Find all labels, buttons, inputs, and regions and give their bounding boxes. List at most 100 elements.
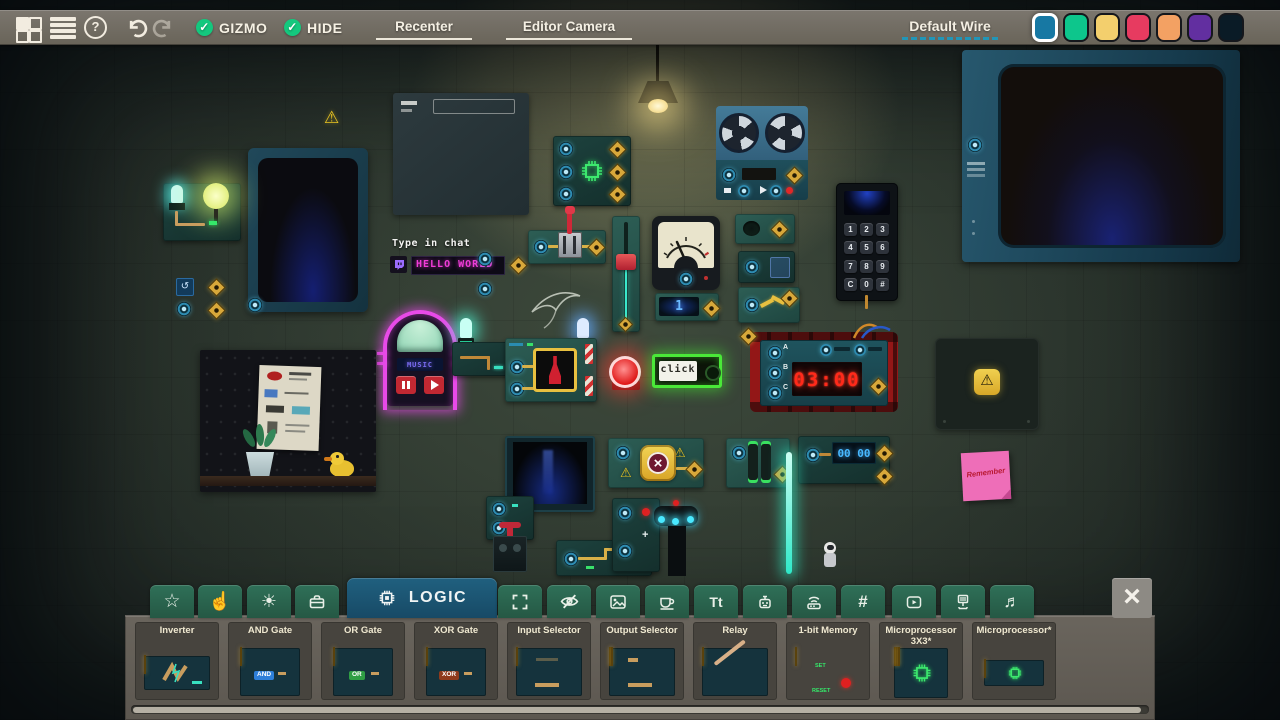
tab-light[interactable]: ☀ (247, 585, 291, 618)
shelf-item-microprocessor-3x3[interactable]: Microprocessor 3X3* (879, 622, 963, 700)
tab-antenna[interactable] (792, 585, 836, 618)
item-name: Microprocessor* (976, 625, 1052, 636)
wire-swatch-6[interactable] (1218, 13, 1244, 42)
keypad-key[interactable]: 8 (860, 259, 873, 273)
analog-meter[interactable] (652, 216, 720, 290)
keypad-key[interactable]: 0 (860, 277, 873, 291)
tab-hash[interactable]: # (841, 585, 885, 618)
red-push-button[interactable] (608, 355, 644, 391)
list-view-button[interactable] (50, 17, 76, 39)
shelf-item-xor-gate[interactable]: XOR Gate XOR (414, 622, 498, 700)
keypad-key[interactable]: 7 (844, 259, 857, 273)
tab-robot[interactable] (743, 585, 787, 618)
jukebox[interactable]: MUSIC (377, 310, 463, 410)
help-button[interactable]: ? (84, 16, 107, 39)
shelf-item-and-gate[interactable]: AND Gate AND (228, 622, 312, 700)
recenter-button[interactable]: Recenter (376, 17, 472, 40)
eye-off-icon (560, 594, 578, 609)
undo-button[interactable] (124, 17, 148, 39)
shelf-item-output-selector[interactable]: Output Selector (600, 622, 684, 700)
shelf-scrollbar[interactable] (131, 705, 1149, 714)
shelf-item-relay[interactable]: Relay (693, 622, 777, 700)
detonator-gadget[interactable] (486, 496, 534, 574)
port-node-cluster[interactable] (478, 252, 498, 302)
tab-network[interactable] (941, 585, 985, 618)
port-node-cluster[interactable]: ↺ (176, 278, 228, 320)
pegboard[interactable] (200, 350, 376, 492)
hole-board[interactable] (735, 214, 795, 244)
hide-toggle[interactable]: ✓ HIDE (284, 19, 342, 36)
microprocessor-gadget[interactable] (553, 136, 631, 206)
wire-swatch-5[interactable] (1187, 13, 1213, 42)
slider-handle[interactable] (616, 254, 636, 270)
lever-handle[interactable] (567, 212, 572, 234)
wire-swatch-4[interactable] (1156, 13, 1182, 42)
hover-drone[interactable] (654, 500, 698, 576)
port-node[interactable] (248, 298, 262, 312)
default-wire-label: Default Wire (909, 18, 991, 34)
tab-interact[interactable]: ☝ (198, 585, 242, 618)
tab-favorites[interactable]: ☆ (150, 585, 194, 618)
shelf-item-1bit-memory[interactable]: 1-bit Memory SET RESET (786, 622, 870, 700)
gizmo-toggle[interactable]: ✓ GIZMO (196, 19, 267, 36)
counter-display-board[interactable]: 00 00 (798, 436, 894, 486)
slate-panel[interactable] (393, 93, 529, 215)
keypad-key[interactable]: 5 (860, 241, 873, 255)
x-button-board[interactable]: ⚠ ⚠ × (608, 438, 704, 488)
coffee-icon (660, 597, 675, 610)
lever-gadget[interactable] (528, 206, 606, 264)
shelf-item-inverter[interactable]: Inverter (135, 622, 219, 700)
shelf-item-badge-2: OR (349, 671, 365, 680)
tab-logic-active[interactable]: LOGIC (347, 578, 497, 618)
keypad-key[interactable]: 3 (876, 223, 889, 236)
bottle-gadget[interactable] (505, 338, 597, 402)
redo-button[interactable] (152, 17, 176, 39)
keypad-key[interactable]: 1 (844, 223, 857, 236)
tab-music[interactable]: ♬ (990, 585, 1034, 618)
keypad-key[interactable]: 2 (860, 223, 873, 236)
keypad-key[interactable]: C (844, 277, 857, 291)
tablet-device[interactable] (248, 148, 368, 312)
bulb-led-board[interactable] (163, 183, 241, 241)
tab-text[interactable]: Tt (694, 585, 738, 618)
time-bomb[interactable]: A B C 03:00 (750, 323, 898, 416)
click-button-sign[interactable]: click (652, 354, 722, 388)
switch-wire-board[interactable] (738, 287, 800, 323)
wire-swatch-0[interactable] (1032, 13, 1058, 42)
tab-decor[interactable] (645, 585, 689, 618)
ghost-chip-board[interactable] (738, 251, 795, 283)
wire-swatch-3[interactable] (1125, 13, 1151, 42)
battery-board[interactable] (726, 438, 792, 488)
chat-sign[interactable]: Type in chat HELLO WORLD (390, 238, 528, 282)
number-display[interactable]: 1 (655, 293, 721, 321)
astronaut-figure[interactable] (822, 542, 838, 570)
keypad-key[interactable]: 9 (876, 259, 889, 273)
hanging-lamp[interactable] (636, 45, 680, 115)
tab-image[interactable] (596, 585, 640, 618)
sticky-note[interactable]: Remember (960, 450, 1012, 502)
tab-video[interactable] (892, 585, 936, 618)
jukebox-pause-button[interactable] (396, 376, 416, 394)
editor-camera-button[interactable]: Editor Camera (506, 17, 632, 40)
tab-fullscreen[interactable] (498, 585, 542, 618)
crt-monitor[interactable] (962, 50, 1240, 262)
grid-view-button[interactable] (16, 17, 42, 43)
slider-gadget[interactable] (612, 216, 640, 333)
close-shelf-button[interactable]: × (1112, 578, 1152, 618)
tab-toolbox[interactable] (295, 585, 339, 618)
tab-hidden[interactable] (547, 585, 591, 618)
wire-swatch-1[interactable] (1063, 13, 1089, 42)
shelf-item-input-selector[interactable]: Input Selector (507, 622, 591, 700)
shelf-scrollbar-thumb[interactable] (133, 706, 1141, 713)
wire-junction-board[interactable] (452, 342, 510, 376)
wire-swatch-2[interactable] (1094, 13, 1120, 42)
drone-control-board[interactable]: + (612, 498, 660, 572)
tape-recorder[interactable] (716, 106, 808, 200)
shelf-item-microprocessor[interactable]: Microprocessor* (972, 622, 1056, 700)
keypad-key[interactable]: 4 (844, 241, 857, 255)
keypad-key[interactable]: # (876, 277, 889, 291)
keypad-gadget[interactable]: 1 2 3 4 5 6 7 8 9 C 0 # (836, 183, 898, 309)
shelf-item-or-gate[interactable]: OR Gate OR (321, 622, 405, 700)
warning-sign-panel[interactable]: ⚠ (935, 338, 1039, 430)
keypad-key[interactable]: 6 (876, 241, 889, 255)
